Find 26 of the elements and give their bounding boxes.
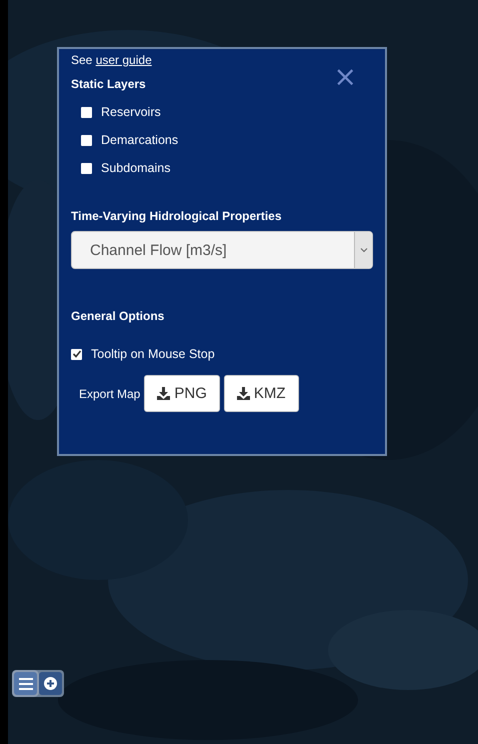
add-button[interactable] (39, 672, 62, 695)
section-title: General Options (71, 309, 166, 323)
export-label: Export Map (79, 386, 140, 400)
menu-icon (18, 678, 32, 690)
checkbox-label: Subdomains (101, 161, 170, 175)
section-title: Time-Varying Hidrological Properties (71, 209, 283, 223)
checkbox[interactable] (81, 162, 92, 174)
checkbox-label: Reservoirs (101, 105, 161, 119)
guide-text: See (71, 53, 94, 67)
checkbox[interactable] (71, 348, 82, 360)
checkbox[interactable] (81, 106, 92, 118)
caret-icon (360, 247, 368, 253)
checkbox-label: Tooltip on Mouse Stop (91, 347, 215, 361)
section-title: Static Layers (71, 77, 147, 91)
plus-circle-icon (44, 677, 57, 690)
menu-button[interactable] (14, 672, 37, 695)
checkbox-label: Demarcations (101, 133, 178, 147)
user-guide-link[interactable]: user guide (96, 53, 152, 67)
check-icon (72, 349, 82, 359)
checkbox[interactable] (81, 134, 92, 146)
download-icon (236, 387, 250, 400)
export-button[interactable]: KMZ (224, 375, 299, 412)
close-button[interactable]: × (334, 67, 357, 87)
property-select[interactable]: Channel Flow [m3/s] (71, 231, 373, 269)
export-button[interactable]: PNG (144, 375, 220, 412)
download-icon (157, 387, 170, 400)
